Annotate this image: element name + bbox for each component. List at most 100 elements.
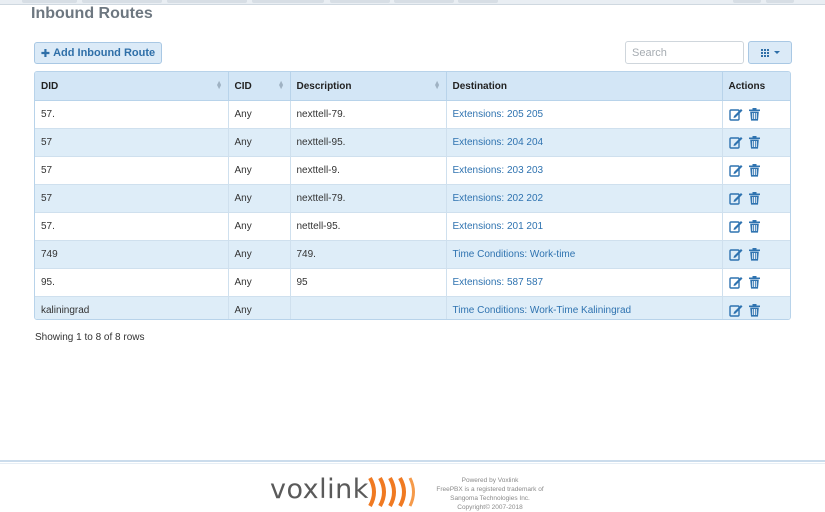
table-row: 57 Any nexttell-79. Extensions: 202 202 [35, 184, 790, 213]
plus-icon: ✚ [40, 47, 51, 60]
did-cell: 95. [35, 268, 229, 297]
table-header-row: DID ▲ ▼ CID ▲ ▼ Description ▲ ▼ Destination Ac… [35, 72, 790, 101]
actions-cell [722, 156, 790, 185]
column-header-description[interactable]: Description ▲ ▼ [290, 72, 447, 101]
add-inbound-route-button[interactable]: ✚ Add Inbound Route [34, 42, 162, 64]
nav-tab-stub[interactable] [82, 0, 162, 3]
edit-icon[interactable] [728, 136, 743, 149]
column-header-did[interactable]: DID ▲ ▼ [35, 72, 229, 101]
table-row: kaliningrad Any Time Conditions: Work-Time… [35, 296, 790, 319]
table-row: 57. Any nexttell-79. Extensions: 205 205 [35, 100, 790, 129]
edit-icon[interactable] [728, 248, 743, 261]
trash-icon[interactable] [748, 192, 760, 205]
column-header-label: Actions [728, 80, 766, 92]
column-header-label: Destination [452, 80, 507, 92]
table-row: 749 Any 749. Time Conditions: Work-time [35, 240, 790, 269]
did-cell: 57. [35, 100, 229, 129]
voxlink-logo-mark-icon [368, 477, 415, 507]
column-header-cid[interactable]: CID ▲ ▼ [228, 72, 291, 101]
destination-link[interactable]: Extensions: 201 201 [446, 212, 723, 241]
cid-cell: Any [228, 128, 291, 157]
nav-tab-stub[interactable] [22, 0, 77, 3]
powered-line: Powered by Voxlink [461, 477, 519, 484]
description-cell: nettell-95. [290, 212, 447, 241]
edit-icon[interactable] [728, 108, 743, 121]
description-cell: nexttell-95. [290, 128, 447, 157]
description-cell: 95 [290, 268, 447, 297]
pagination-info: Showing 1 to 8 of 8 rows [35, 332, 145, 343]
nav-tab-stub[interactable] [330, 0, 390, 3]
column-header-label: DID [41, 80, 59, 92]
powered-line: Sangoma Technologies Inc. [450, 495, 530, 502]
actions-cell [722, 184, 790, 213]
destination-link[interactable]: Extensions: 205 205 [446, 100, 723, 129]
did-cell: kaliningrad [35, 296, 229, 319]
nav-tab-stub[interactable] [394, 0, 454, 3]
page-title: Inbound Routes [31, 5, 153, 22]
cid-cell: Any [228, 268, 291, 297]
column-header-label: Description [296, 80, 352, 92]
table-row: 57. Any nettell-95. Extensions: 201 201 [35, 212, 790, 241]
trash-icon[interactable] [748, 248, 760, 261]
description-cell: nexttell-79. [290, 184, 447, 213]
trash-icon[interactable] [748, 108, 760, 121]
trash-icon[interactable] [748, 276, 760, 289]
trash-icon[interactable] [748, 136, 760, 149]
nav-tab-stub[interactable] [458, 0, 498, 3]
trash-icon[interactable] [748, 304, 760, 317]
edit-icon[interactable] [728, 164, 743, 177]
nav-tab-stub[interactable] [167, 0, 247, 3]
powered-by-text: Powered by Voxlink FreePBX is a register… [428, 476, 552, 512]
trash-icon[interactable] [748, 164, 760, 177]
voxlink-logo-text: voxlink [270, 474, 369, 505]
did-cell: 57 [35, 128, 229, 157]
cid-cell: Any [228, 156, 291, 185]
table-row: 57 Any nexttell-95. Extensions: 204 204 [35, 128, 790, 157]
cid-cell: Any [228, 296, 291, 319]
did-cell: 57 [35, 156, 229, 185]
table-row: 95. Any 95 Extensions: 587 587 [35, 268, 790, 297]
edit-icon[interactable] [728, 220, 743, 233]
actions-cell [722, 268, 790, 297]
footer-divider [0, 463, 825, 464]
nav-tab-stub[interactable] [733, 0, 761, 3]
column-header-label: CID [234, 80, 252, 92]
destination-link[interactable]: Extensions: 202 202 [446, 184, 723, 213]
columns-toggle-button[interactable] [748, 41, 792, 64]
destination-link[interactable]: Time Conditions: Work-Time Kaliningrad [446, 296, 723, 319]
sort-icon[interactable]: ▲ ▼ [278, 80, 285, 91]
edit-icon[interactable] [728, 276, 743, 289]
actions-cell [722, 296, 790, 319]
sort-icon[interactable]: ▲ ▼ [434, 80, 441, 91]
actions-cell [722, 212, 790, 241]
did-cell: 57 [35, 184, 229, 213]
actions-cell [722, 100, 790, 129]
did-cell: 57. [35, 212, 229, 241]
nav-tab-stub[interactable] [766, 0, 794, 3]
table-row: 57 Any nexttell-9. Extensions: 203 203 [35, 156, 790, 185]
powered-line: FreePBX is a registered trademark of [436, 486, 544, 493]
destination-link[interactable]: Time Conditions: Work-time [446, 240, 723, 269]
nav-tab-stub[interactable] [252, 0, 324, 3]
trash-icon[interactable] [748, 220, 760, 233]
footer-divider [0, 460, 825, 462]
description-cell: nexttell-9. [290, 156, 447, 185]
actions-cell [722, 128, 790, 157]
column-header-destination[interactable]: Destination [446, 72, 723, 101]
edit-icon[interactable] [728, 304, 743, 317]
description-cell: nexttell-79. [290, 100, 447, 129]
destination-link[interactable]: Extensions: 203 203 [446, 156, 723, 185]
add-inbound-route-label: Add Inbound Route [53, 47, 156, 59]
description-cell [290, 296, 447, 319]
description-cell: 749. [290, 240, 447, 269]
cid-cell: Any [228, 184, 291, 213]
destination-link[interactable]: Extensions: 587 587 [446, 268, 723, 297]
did-cell: 749 [35, 240, 229, 269]
destination-link[interactable]: Extensions: 204 204 [446, 128, 723, 157]
search-input[interactable] [625, 41, 744, 64]
edit-icon[interactable] [728, 192, 743, 205]
caret-down-icon [773, 51, 780, 54]
column-header-actions: Actions [722, 72, 790, 101]
inbound-routes-table: DID ▲ ▼ CID ▲ ▼ Description ▲ ▼ Destination Ac… [34, 71, 791, 320]
sort-icon[interactable]: ▲ ▼ [216, 80, 223, 91]
